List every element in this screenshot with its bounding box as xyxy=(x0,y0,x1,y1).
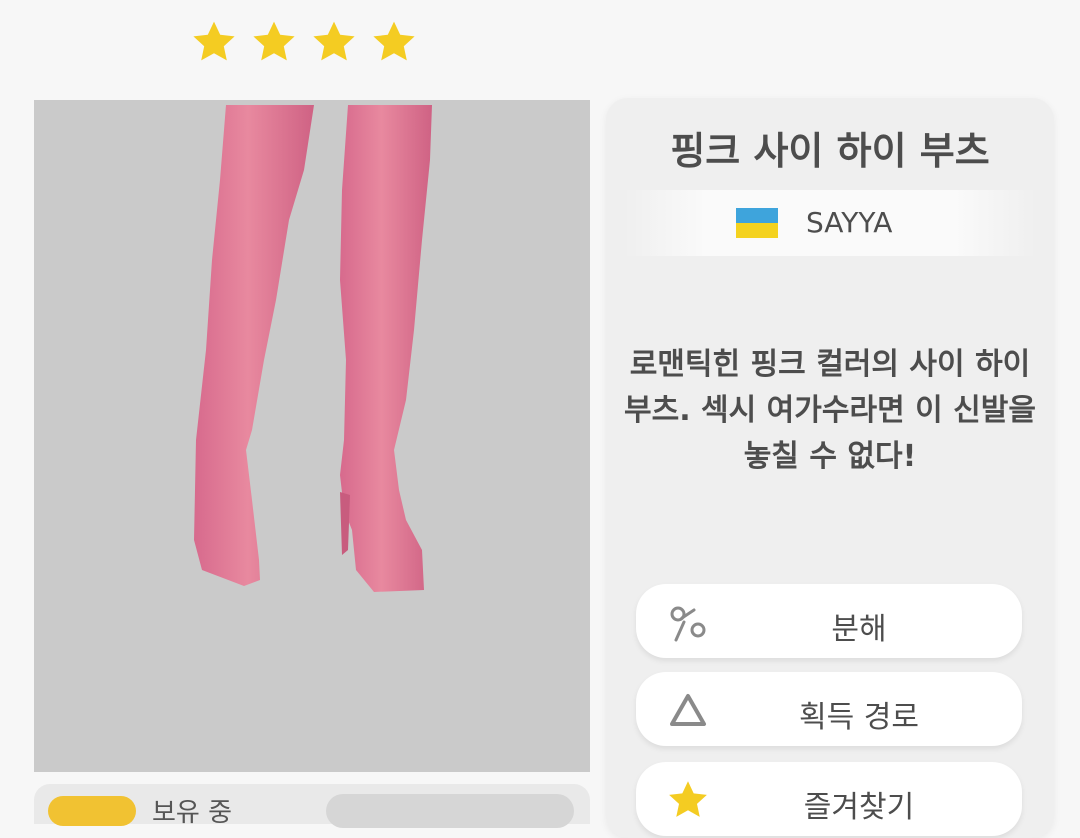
left-boot xyxy=(194,105,314,586)
item-preview[interactable] xyxy=(34,100,590,772)
brand-name: SAYYA xyxy=(806,206,893,239)
disassemble-label: 분해 xyxy=(831,612,887,647)
brand-flag-icon xyxy=(736,208,778,238)
brand-row: SAYYA xyxy=(624,190,1036,256)
ownership-strip: 보유 중 xyxy=(34,784,590,828)
star-icon xyxy=(373,21,415,61)
strip-button[interactable] xyxy=(326,794,574,828)
acquisition-path-label: 획득 경로 xyxy=(799,700,919,735)
rarity-stars xyxy=(190,18,418,66)
item-description: 로맨틱힌 핑크 컬러의 사이 하이 부츠. 섹시 여가수라면 이 신발을 놓칠 … xyxy=(624,347,1036,474)
star-icon xyxy=(253,21,295,61)
right-heel xyxy=(340,492,350,555)
acquisition-path-button[interactable]: 획득 경로 xyxy=(636,672,1022,746)
star-icon xyxy=(193,21,235,61)
right-boot xyxy=(340,105,432,592)
disassemble-button[interactable]: 분해 xyxy=(636,584,1022,658)
favorite-button[interactable]: 즐겨찾기 xyxy=(636,762,1022,836)
owned-count-badge xyxy=(48,796,136,826)
item-name: 핑크 사이 하이 부츠 xyxy=(670,129,990,173)
star-icon xyxy=(313,21,355,61)
favorite-label: 즐겨찾기 xyxy=(803,790,915,825)
owned-label: 보유 중 xyxy=(152,798,233,828)
boots-illustration xyxy=(194,105,432,592)
